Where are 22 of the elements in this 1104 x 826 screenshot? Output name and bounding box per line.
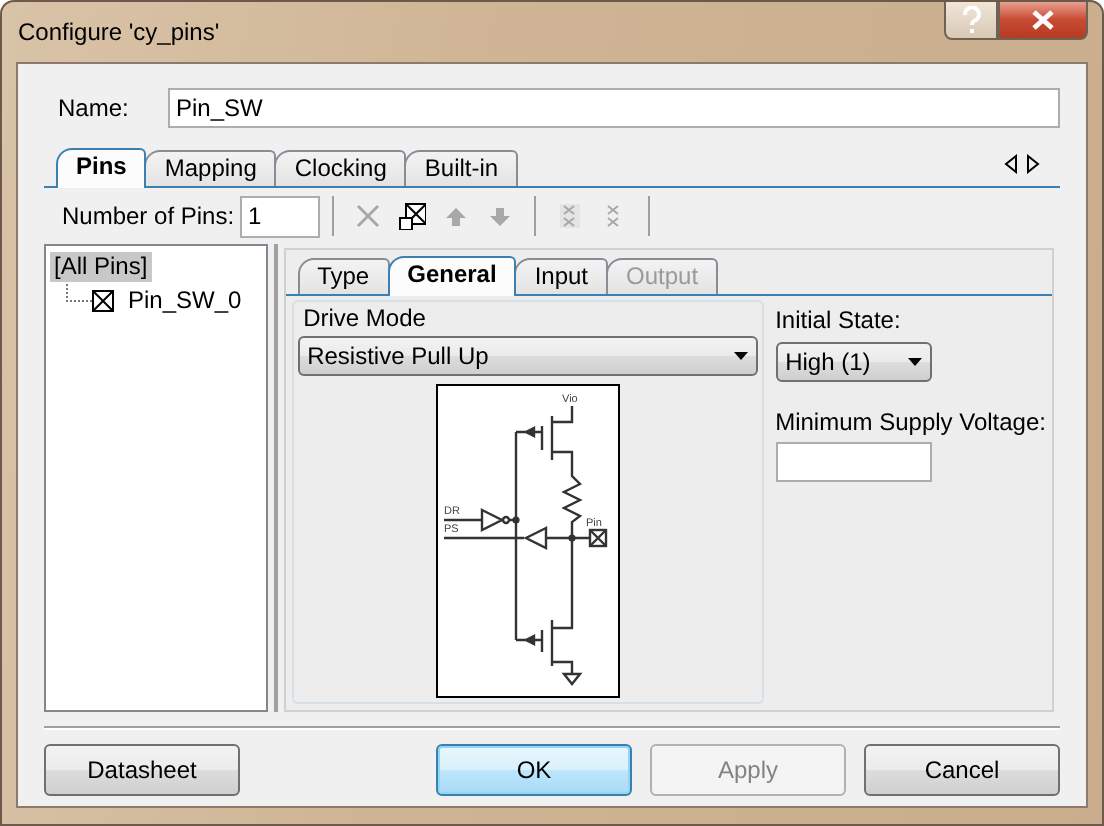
- dialog-button[interactable]: OK: [436, 744, 632, 796]
- tab[interactable]: Input: [514, 258, 609, 294]
- window-title: Configure 'cy_pins': [16, 18, 222, 46]
- initial-state-dropdown[interactable]: High (1): [775, 342, 932, 382]
- dialog-button[interactable]: Cancel: [864, 744, 1060, 796]
- tab[interactable]: Clocking: [274, 150, 407, 186]
- tree-item[interactable]: Pin_SW_0: [124, 285, 246, 315]
- min-voltage-label: Minimum Supply Voltage:: [775, 408, 1046, 436]
- name-label: Name:: [56, 94, 131, 122]
- name-field[interactable]: Pin_SW: [168, 88, 1060, 128]
- initial-state-label: Initial State:: [775, 306, 903, 334]
- drive-mode-label: Drive Mode: [303, 304, 428, 332]
- tab[interactable]: Pins: [56, 148, 147, 188]
- tree-item[interactable]: [All Pins]: [50, 252, 152, 282]
- pin-count-label: Number of Pins:: [60, 202, 235, 230]
- pin-count-field[interactable]: 1: [240, 195, 321, 237]
- tab[interactable]: Mapping: [144, 150, 277, 186]
- tab[interactable]: Built-in: [404, 150, 519, 186]
- dialog-button[interactable]: Datasheet: [44, 744, 240, 796]
- tab[interactable]: Type: [297, 258, 390, 294]
- tab[interactable]: General: [387, 256, 517, 296]
- drive-mode-dropdown[interactable]: Resistive Pull Up: [297, 336, 758, 376]
